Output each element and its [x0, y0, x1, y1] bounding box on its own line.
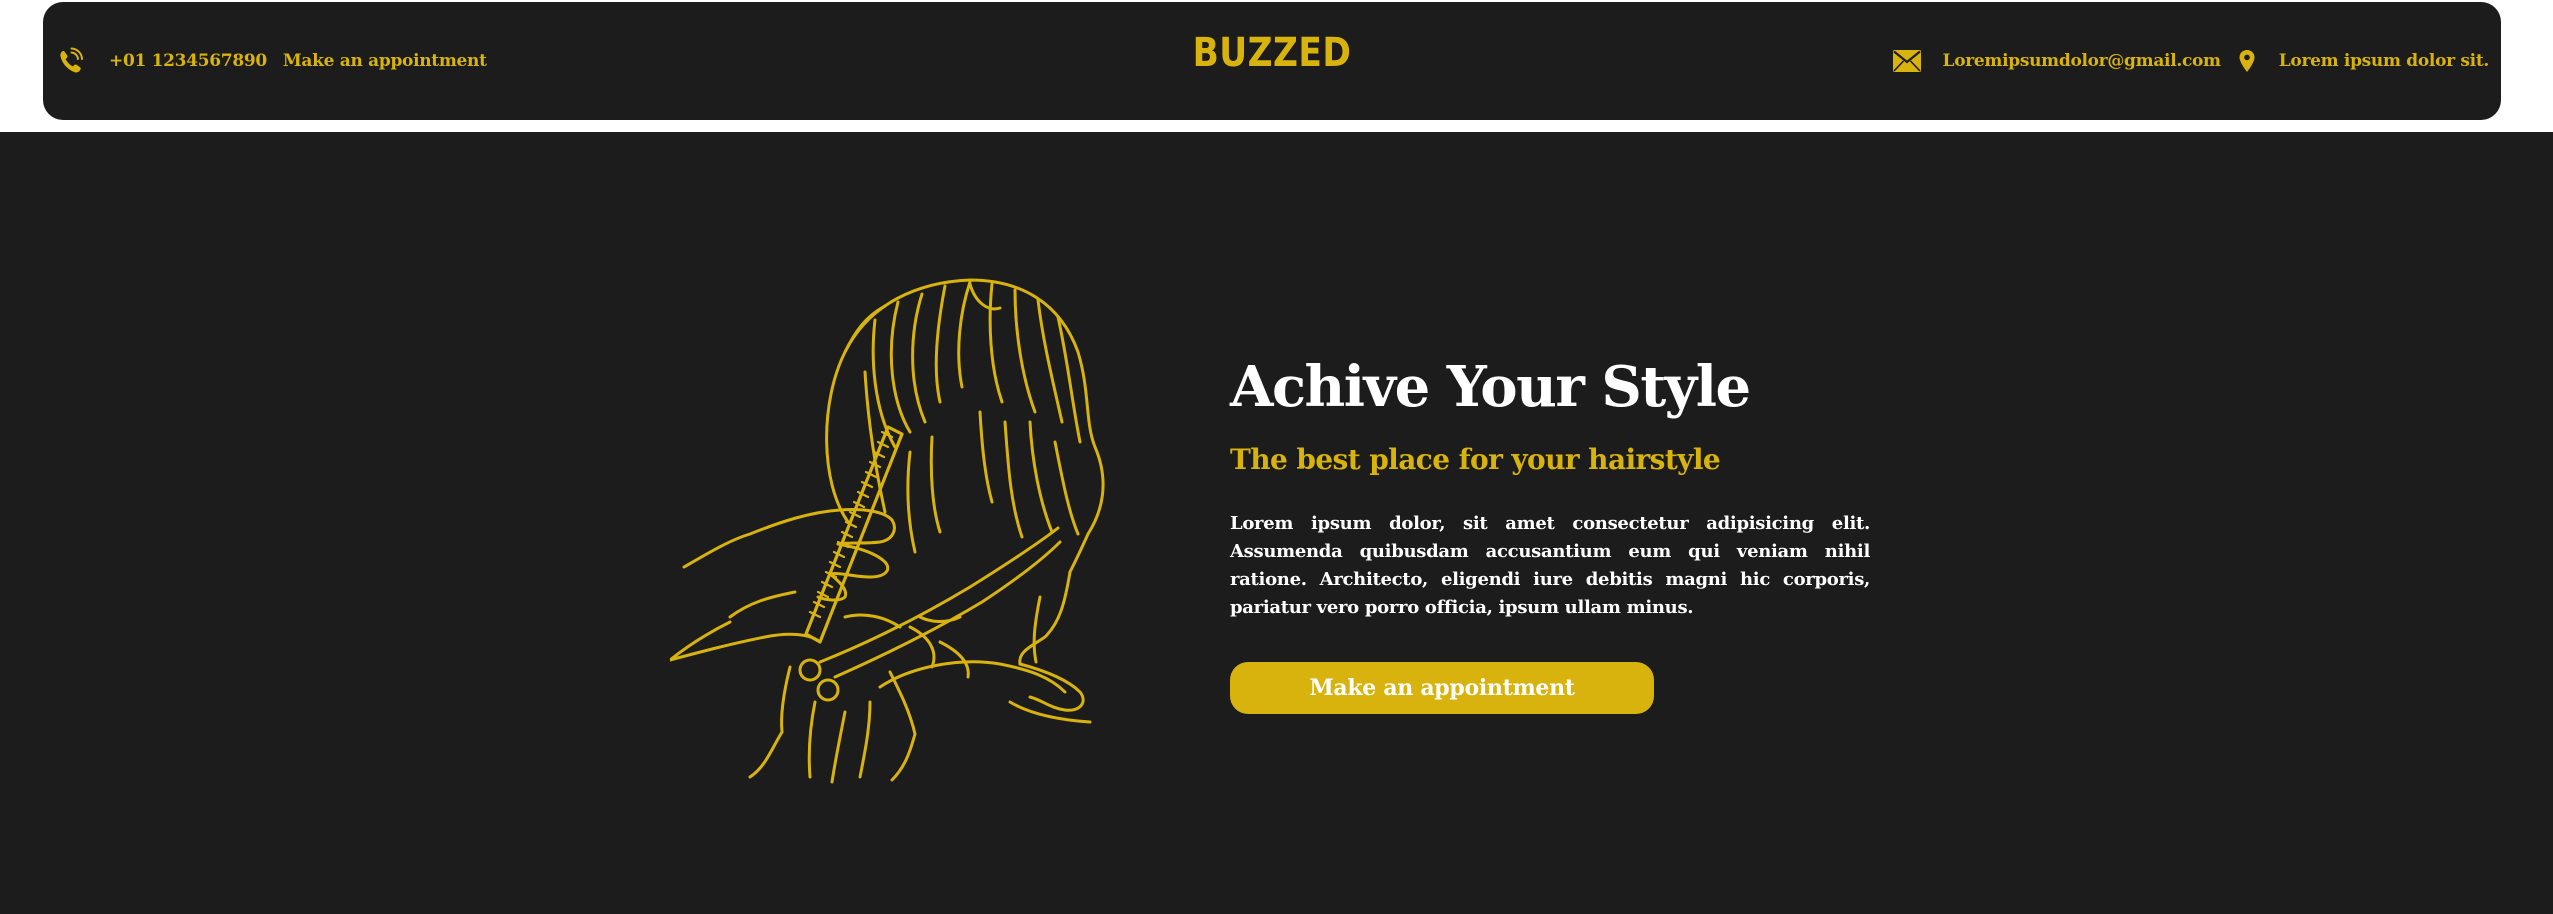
address-text: Lorem ipsum dolor sit.: [2278, 51, 2490, 71]
barber-haircut-illustration: [668, 272, 1150, 792]
hero-title: Achive Your Style: [1230, 354, 1751, 420]
envelope-icon: [1892, 50, 1921, 72]
map-pin-icon: [2239, 50, 2255, 72]
hero-description: Lorem ipsum dolor, sit amet consectetur …: [1230, 513, 1870, 618]
hero-subtitle: The best place for your hairstyle: [1230, 443, 1721, 476]
top-navbar: +01 1234567890 Make an appointment BUZZE…: [43, 2, 2501, 120]
phone-icon: [57, 47, 83, 75]
hero-content: Achive Your Style The best place for you…: [1230, 350, 1870, 714]
make-appointment-button[interactable]: Make an appointment: [1230, 662, 1654, 714]
email-address[interactable]: Loremipsumdolor@gmail.com: [1943, 51, 2222, 71]
navbar-right-group: Loremipsumdolor@gmail.com Lorem ipsum do…: [1892, 2, 2490, 120]
